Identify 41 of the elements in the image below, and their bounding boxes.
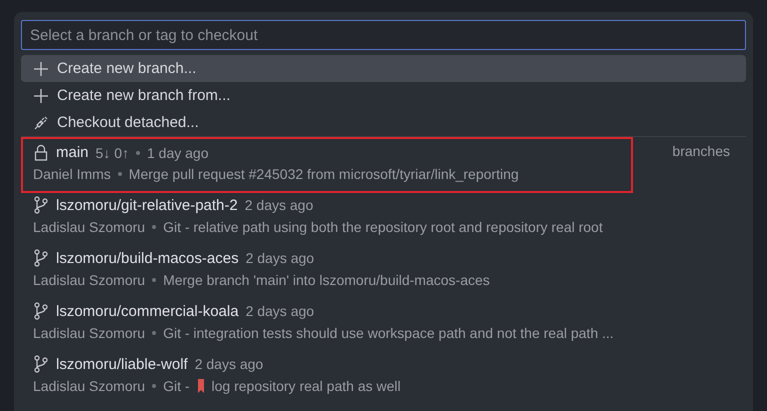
commit-author: Daniel Imms bbox=[33, 166, 111, 182]
branch-name[interactable]: lszomoru/git-relative-path-2 bbox=[56, 196, 238, 214]
menu-item[interactable]: Checkout detached... bbox=[21, 109, 746, 136]
sync-status: 5↓ 0↑ bbox=[96, 144, 129, 160]
commit-author: Ladislau Szomoru bbox=[33, 378, 146, 394]
branch-icon bbox=[33, 196, 49, 214]
commit-message: Merge pull request #245032 from microsoft/tyriar/link_reporting bbox=[128, 166, 519, 182]
branch-name[interactable]: main bbox=[56, 144, 89, 161]
group-label: branches bbox=[672, 143, 730, 159]
separator-dot bbox=[152, 384, 156, 388]
commit-time: 2 days ago bbox=[246, 250, 314, 266]
branch-icon bbox=[33, 302, 49, 320]
commit-message: Merge branch 'main' into lszomoru/build-macos-aces bbox=[163, 272, 490, 288]
branch-icon bbox=[33, 249, 49, 267]
commit-author: Ladislau Szomoru bbox=[33, 219, 146, 235]
commit-author: Ladislau Szomoru bbox=[33, 272, 146, 288]
branch-name[interactable]: lszomoru/liable-wolf bbox=[56, 356, 188, 372]
commit-author: Ladislau Szomoru bbox=[33, 325, 146, 341]
separator-dot bbox=[152, 225, 156, 229]
plug-icon bbox=[33, 114, 49, 130]
commit-time: 2 days ago bbox=[194, 356, 264, 372]
lock-icon bbox=[33, 144, 49, 161]
separator-dot bbox=[118, 172, 122, 176]
separator-dot bbox=[152, 331, 156, 335]
separator-dot bbox=[152, 278, 156, 282]
commit-message: log repository real path as well bbox=[212, 378, 401, 394]
commit-time: 1 day ago bbox=[146, 144, 208, 160]
branch-icon bbox=[33, 355, 49, 373]
separator-dot bbox=[136, 150, 140, 154]
branch-name[interactable]: lszomoru/build-macos-aces bbox=[56, 250, 239, 266]
branch-name[interactable]: lszomoru/commercial-koala bbox=[56, 302, 239, 320]
commit-time: 2 days ago bbox=[244, 197, 314, 213]
menu-item[interactable]: Create new branch from... bbox=[21, 82, 746, 109]
commit-message: Git - bbox=[163, 378, 190, 394]
plus-icon bbox=[33, 60, 49, 76]
menu-item[interactable]: Create new branch... bbox=[21, 55, 746, 82]
commit-message: Git - integration tests should use workspace path and not the real path ... bbox=[163, 325, 614, 341]
plus-icon bbox=[33, 88, 49, 104]
commit-time: 2 days ago bbox=[246, 303, 314, 319]
commit-message: Git - relative path using both the repository root and repository real root bbox=[163, 219, 603, 235]
search-field[interactable]: Select a branch or tag to checkout bbox=[21, 20, 746, 50]
